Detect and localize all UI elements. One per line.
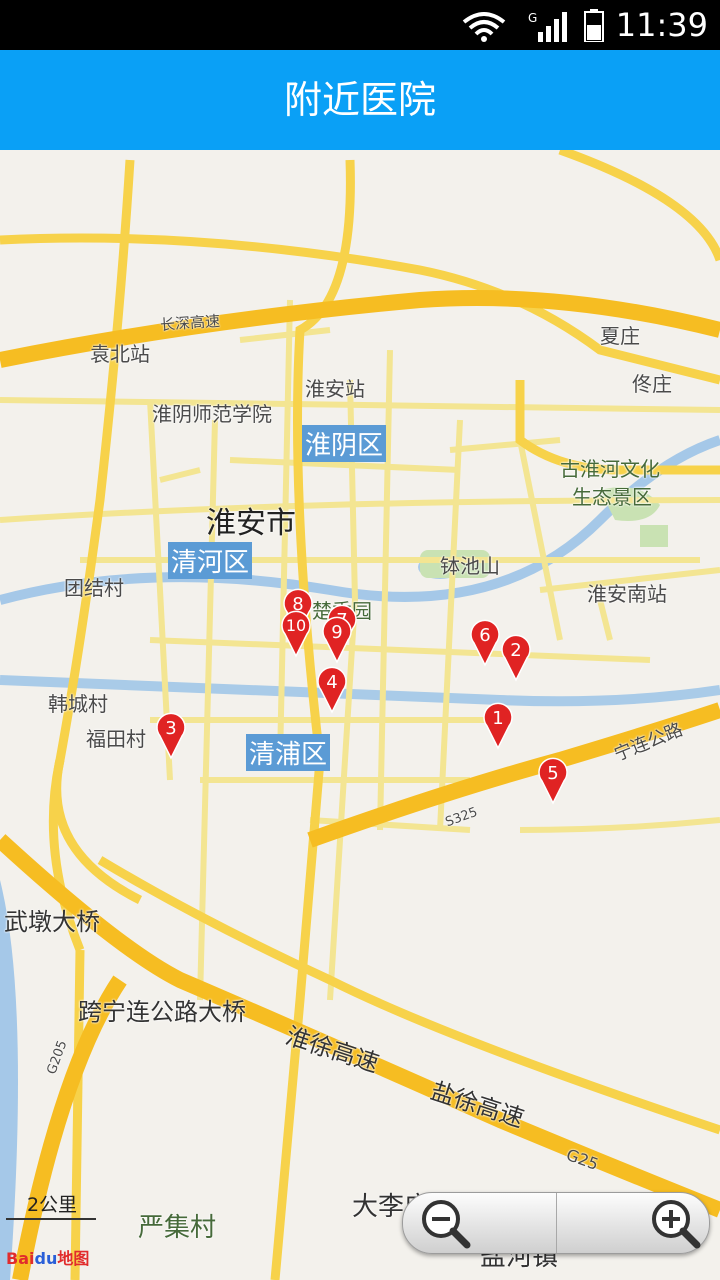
zoom-in-icon [652, 1200, 701, 1249]
district-label: 清浦区 [246, 734, 331, 771]
place-label: 福田村 [86, 727, 146, 751]
hospital-marker[interactable]: 1 [482, 702, 514, 750]
hospital-marker[interactable]: 6 [469, 619, 501, 667]
marker-number: 10 [285, 616, 307, 635]
hospital-marker[interactable]: 2 [500, 634, 532, 682]
place-label: 严集村 [138, 1213, 217, 1243]
hospital-marker[interactable]: 5 [537, 757, 569, 805]
place-label: 武墩大桥 [4, 908, 100, 936]
signal-type: G [528, 11, 537, 25]
zoom-in-button[interactable] [556, 1193, 709, 1253]
scale-line [6, 1218, 96, 1220]
baidu-map-logo: Baidu地图 [6, 1245, 96, 1275]
city-label: 淮安市 [206, 506, 296, 541]
zoom-controls [402, 1192, 710, 1254]
place-label: 淮安站 [305, 377, 365, 401]
road-label: 长深高速 [159, 311, 221, 335]
marker-number: 1 [492, 708, 504, 729]
place-label: 跨宁连公路大桥 [78, 998, 246, 1026]
title-bar: 附近医院 [0, 50, 720, 150]
map-scale-bar: 2公里 [6, 1190, 98, 1220]
marker-number: 6 [479, 625, 491, 646]
hospital-marker[interactable]: 3 [155, 712, 187, 760]
map-view[interactable]: 袁北站 淮安站 淮阴师范学院 夏庄 佟庄 古淮河文化 生态景区 钵池山 淮安南站… [0, 150, 720, 1280]
place-label: 生态景区 [572, 485, 652, 509]
park-small [640, 525, 668, 547]
place-label: 佟庄 [632, 372, 672, 396]
river-water [0, 880, 18, 1280]
place-label: 古淮河文化 [560, 457, 660, 481]
marker-number: 3 [165, 718, 177, 739]
status-bar: G 11:39 [0, 0, 720, 50]
hospital-marker[interactable]: 9 [321, 616, 353, 664]
place-label: 淮安南站 [587, 582, 667, 606]
page-title: 附近医院 [283, 78, 436, 122]
scale-label: 2公里 [26, 1194, 78, 1216]
wifi-icon [462, 12, 506, 42]
place-label: 钵池山 [440, 554, 500, 578]
zoom-out-icon [422, 1200, 471, 1249]
place-label: 团结村 [64, 576, 124, 600]
place-label: 韩城村 [48, 692, 108, 716]
hospital-marker[interactable]: 10 [280, 610, 312, 658]
district-label: 淮阴区 [302, 425, 387, 462]
marker-number: 4 [326, 672, 338, 693]
cell-signal-icon [538, 12, 567, 42]
river-canal [0, 675, 720, 707]
hospital-marker[interactable]: 4 [316, 666, 348, 714]
status-icons: G [462, 9, 604, 42]
logo-du: du [34, 1249, 58, 1268]
zoom-out-button[interactable] [403, 1193, 555, 1253]
district-label: 清河区 [168, 542, 253, 579]
marker-number: 9 [331, 622, 343, 643]
place-label: 夏庄 [600, 324, 640, 348]
logo-suffix: 地图 [57, 1249, 90, 1268]
marker-number: 5 [547, 763, 559, 784]
status-time: 11:39 [615, 6, 708, 44]
logo-bai: Bai [6, 1249, 35, 1268]
place-label: 淮阴师范学院 [152, 402, 272, 426]
marker-number: 2 [510, 640, 522, 661]
place-label: 袁北站 [90, 342, 150, 366]
battery-icon [584, 9, 604, 42]
